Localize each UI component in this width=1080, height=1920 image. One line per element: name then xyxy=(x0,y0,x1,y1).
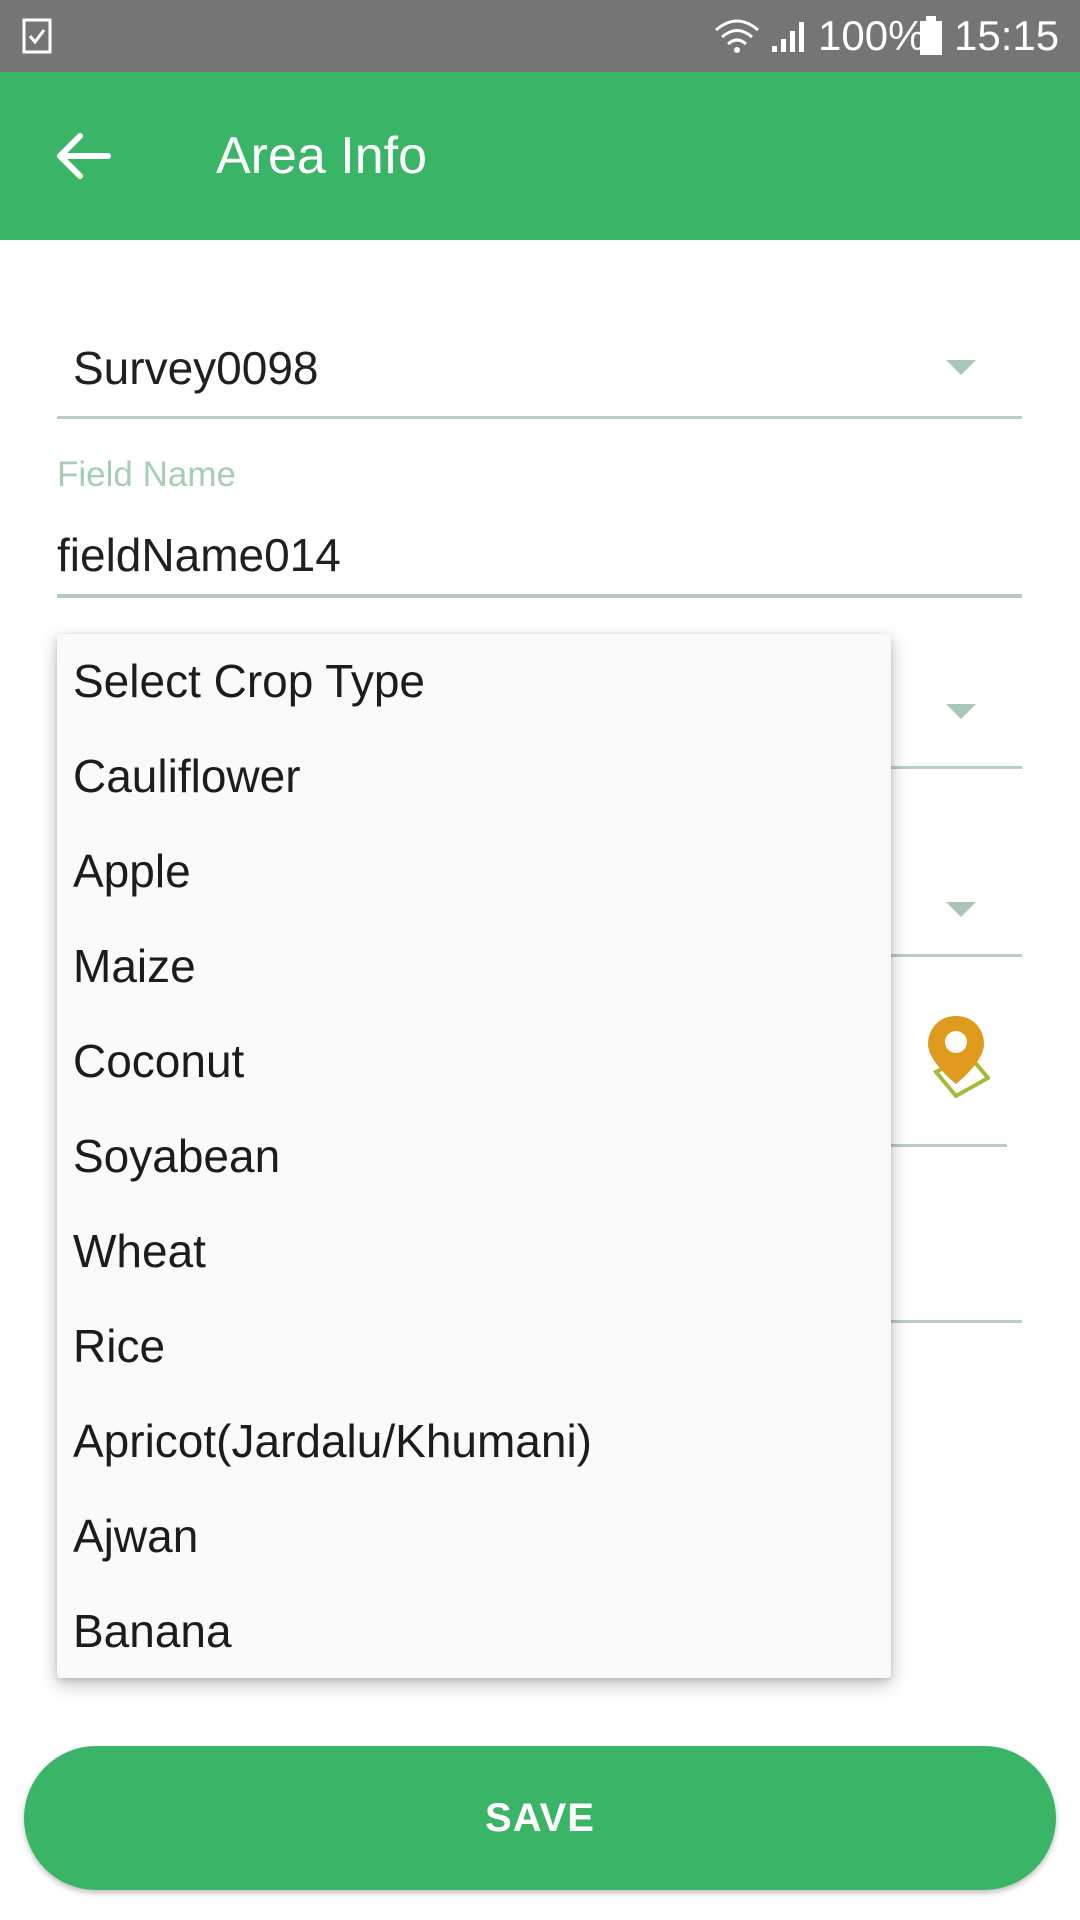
field-name-label: Field Name xyxy=(57,455,236,494)
signal-icon xyxy=(772,22,804,52)
dropdown-option[interactable]: Apple xyxy=(57,824,891,919)
dropdown-option[interactable]: Soyabean xyxy=(57,1109,891,1204)
dropdown-option[interactable]: Select Crop Type xyxy=(57,634,891,729)
battery-icon xyxy=(920,16,942,55)
dropdown-option[interactable]: Wheat xyxy=(57,1204,891,1299)
checklist-notification-icon xyxy=(22,18,52,54)
dropdown-option[interactable]: Maize xyxy=(57,919,891,1014)
status-bar: 100% 15:15 xyxy=(0,0,1080,72)
back-button[interactable] xyxy=(40,116,128,196)
survey-dropdown-value: Survey0098 xyxy=(73,342,319,394)
wifi-icon xyxy=(715,19,759,53)
dropdown-option[interactable]: Rice xyxy=(57,1299,891,1394)
survey-dropdown[interactable]: Survey0098 xyxy=(57,320,1022,419)
dropdown-option[interactable]: Ajwan xyxy=(57,1489,891,1584)
page-title: Area Info xyxy=(216,127,428,185)
caret-down-icon xyxy=(946,902,976,917)
caret-down-icon xyxy=(946,704,976,719)
crop-type-dropdown-menu: Select Crop Type Cauliflower Apple Maize… xyxy=(57,634,891,1678)
app-bar: Area Info xyxy=(0,72,1080,240)
clock: 15:15 xyxy=(954,12,1060,59)
arrow-left-icon xyxy=(57,133,111,179)
battery-percent: 100% xyxy=(818,12,926,59)
dropdown-option[interactable]: Banana xyxy=(57,1584,891,1679)
caret-down-icon xyxy=(946,360,976,375)
dropdown-option[interactable]: Apricot(Jardalu/Khumani) xyxy=(57,1394,891,1489)
field-name-input[interactable]: fieldName014 xyxy=(57,520,1022,598)
dropdown-option[interactable]: Coconut xyxy=(57,1014,891,1109)
map-pin-icon[interactable] xyxy=(922,1010,990,1110)
dropdown-option[interactable]: Cauliflower xyxy=(57,729,891,824)
save-button[interactable]: SAVE xyxy=(24,1746,1056,1890)
